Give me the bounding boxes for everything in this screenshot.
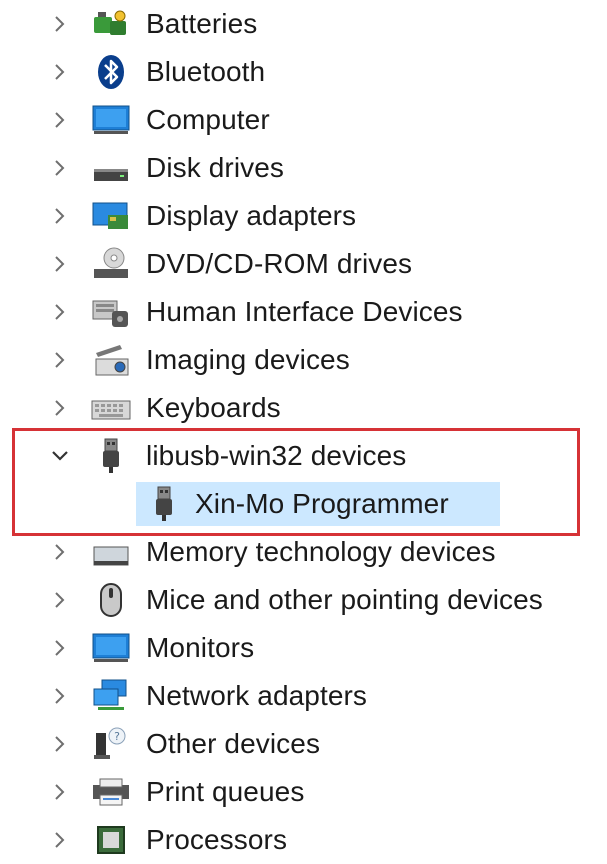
chevron-right-icon[interactable] [50, 830, 70, 850]
tree-item-label: Bluetooth [146, 56, 266, 87]
chevron-right-icon[interactable] [50, 350, 70, 370]
chevron-right-icon[interactable] [50, 398, 70, 418]
tree-item-label: Mice and other pointing devices [146, 584, 543, 615]
mouse-icon [90, 581, 132, 619]
tree-item-label: Computer [146, 104, 270, 135]
chevron-right-icon[interactable] [50, 686, 70, 706]
chevron-right-icon[interactable] [50, 206, 70, 226]
hid-icon [90, 293, 132, 331]
tree-item-label: Keyboards [146, 392, 281, 423]
tree-item-label: Network adapters [146, 680, 368, 711]
chevron-right-icon[interactable] [50, 110, 70, 130]
svg-text:?: ? [114, 730, 120, 743]
disk-drive-icon [90, 149, 132, 187]
tree-item-label: Human Interface Devices [146, 296, 463, 327]
chevron-right-icon[interactable] [50, 14, 70, 34]
tree-item-human-interface-devices[interactable]: Human Interface Devices [0, 288, 607, 336]
chevron-right-icon[interactable] [50, 590, 70, 610]
chevron-right-icon[interactable] [50, 62, 70, 82]
tree-item-computer[interactable]: Computer [0, 96, 607, 144]
annotation-highlight-box [12, 428, 580, 536]
chevron-right-icon[interactable] [50, 302, 70, 322]
tree-item-other-devices[interactable]: ? Other devices [0, 720, 607, 768]
tree-item-label: Other devices [146, 728, 321, 759]
chevron-right-icon[interactable] [50, 734, 70, 754]
printer-icon [90, 773, 132, 811]
tree-item-label: Print queues [146, 776, 305, 807]
imaging-device-icon [90, 341, 132, 379]
bluetooth-icon [90, 53, 132, 91]
tree-item-disk-drives[interactable]: Disk drives [0, 144, 607, 192]
tree-item-imaging-devices[interactable]: Imaging devices [0, 336, 607, 384]
tree-item-label: Batteries [146, 8, 258, 39]
other-device-icon: ? [90, 725, 132, 763]
tree-item-keyboards[interactable]: Keyboards [0, 384, 607, 432]
tree-item-label: Monitors [146, 632, 255, 663]
dvd-drive-icon [90, 245, 132, 283]
device-tree: Batteries Bluetooth Computer Disk drives… [0, 0, 607, 855]
chevron-right-icon[interactable] [50, 254, 70, 274]
tree-item-label: Imaging devices [146, 344, 350, 375]
tree-item-batteries[interactable]: Batteries [0, 0, 607, 48]
tree-item-label: Display adapters [146, 200, 357, 231]
tree-item-label: Disk drives [146, 152, 285, 183]
computer-icon [90, 101, 132, 139]
tree-item-label: DVD/CD-ROM drives [146, 248, 413, 279]
chevron-right-icon[interactable] [50, 638, 70, 658]
tree-item-dvd-cd-rom-drives[interactable]: DVD/CD-ROM drives [0, 240, 607, 288]
network-adapter-icon [90, 677, 132, 715]
tree-item-monitors[interactable]: Monitors [0, 624, 607, 672]
processor-icon [90, 821, 132, 859]
tree-item-bluetooth[interactable]: Bluetooth [0, 48, 607, 96]
tree-item-label: Processors [146, 824, 288, 855]
tree-item-processors[interactable]: Processors [0, 816, 607, 864]
keyboard-icon [90, 389, 132, 427]
chevron-right-icon[interactable] [50, 542, 70, 562]
chevron-right-icon[interactable] [50, 782, 70, 802]
battery-icon [90, 5, 132, 43]
tree-item-print-queues[interactable]: Print queues [0, 768, 607, 816]
monitor-icon [90, 629, 132, 667]
tree-item-network-adapters[interactable]: Network adapters [0, 672, 607, 720]
chevron-right-icon[interactable] [50, 158, 70, 178]
memory-device-icon [90, 533, 132, 571]
tree-item-mice-and-other-pointing-devices[interactable]: Mice and other pointing devices [0, 576, 607, 624]
tree-item-display-adapters[interactable]: Display adapters [0, 192, 607, 240]
tree-item-label: Memory technology devices [146, 536, 496, 567]
display-adapter-icon [90, 197, 132, 235]
